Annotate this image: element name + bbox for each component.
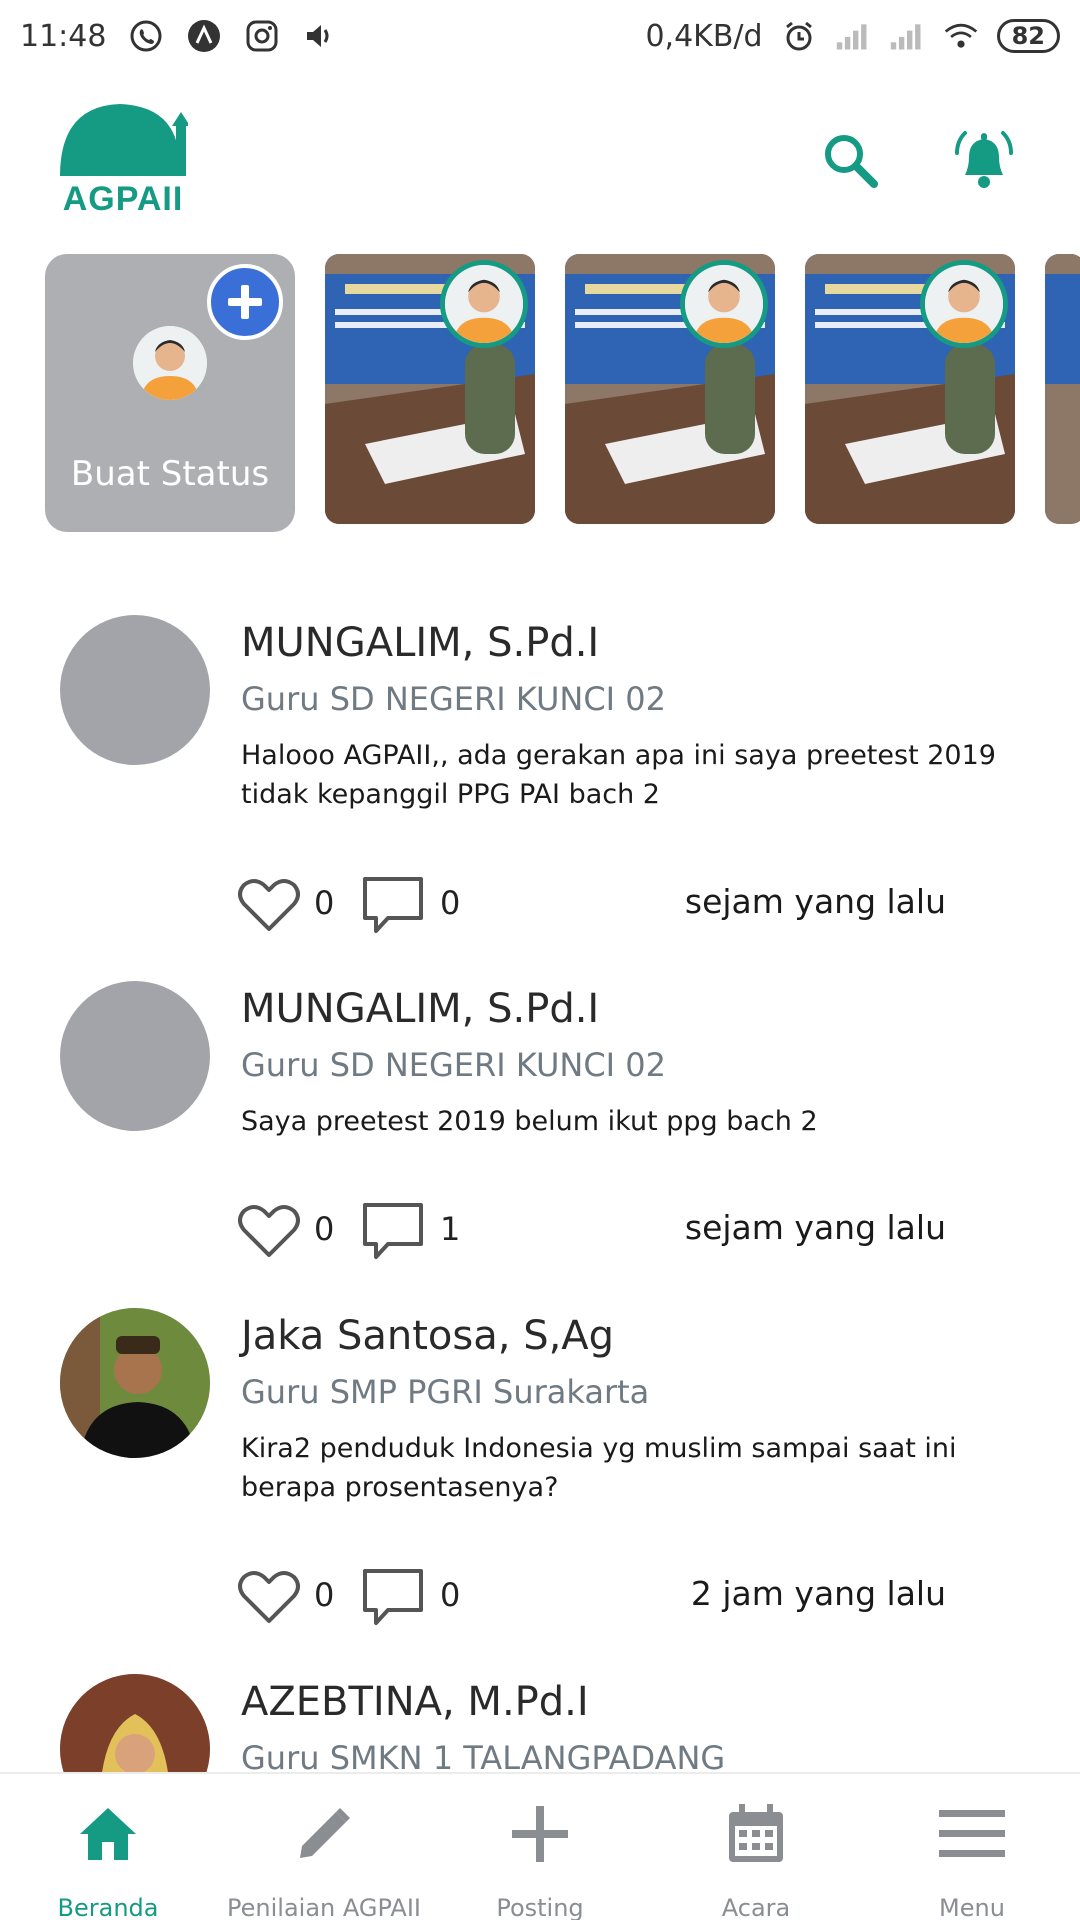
status-bar: 11:48 0,4KB/d 82 [0,0,1080,72]
nav-label: Penilaian AGPAII [227,1894,421,1920]
comment-count: 0 [440,884,461,922]
story-card[interactable] [805,254,1015,524]
post-timestamp: sejam yang lalu [684,1208,946,1247]
plus-icon [228,285,262,319]
post-text: Saya preetest 2019 belum ikut ppg bach 2 [241,1106,818,1137]
heart-icon [238,879,300,931]
post-text: Halooo AGPAII,, ada gerakan apa ini saya… [241,740,996,810]
post-actions: 0 0 sejam yang lalu [238,876,958,936]
instagram-icon [244,18,280,54]
comment-icon [363,1569,423,1625]
story-card[interactable] [1045,254,1080,524]
author-photo [60,1308,210,1458]
search-button[interactable] [810,120,890,200]
comment-icon [363,877,423,933]
home-icon [72,1798,144,1870]
nav-label: Posting [496,1894,584,1920]
post-author-avatar[interactable] [60,615,210,765]
user-avatar [133,326,207,400]
post-author-avatar[interactable] [60,981,210,1131]
stories-row: Buat Status [0,254,1080,534]
heart-icon [238,1205,300,1257]
story-card[interactable] [565,254,775,524]
create-status-label: Buat Status [70,454,270,494]
like-button[interactable] [238,1202,300,1260]
signal-icon [835,18,871,54]
nav-label: Menu [939,1894,1005,1920]
post-author-role: Guru SMKN 1 TALANGPADANG [241,1739,726,1772]
hamburger-menu-icon [936,1798,1008,1870]
wifi-icon [943,18,979,54]
app-header: AGPAII [0,90,1080,220]
bell-icon [955,131,1013,188]
signal-2-icon [889,18,925,54]
story-avatar [680,260,768,348]
whatsapp-icon [128,18,164,54]
post-author-avatar[interactable] [60,1308,210,1458]
alarm-icon [781,18,817,54]
post-author-name[interactable]: MUNGALIM, S.Pd.I [241,986,599,1032]
nav-acara[interactable]: Acara [648,1774,864,1920]
story-photo [1045,254,1080,524]
post-author-role: Guru SD NEGERI KUNCI 02 [241,680,666,718]
post-author-name[interactable]: Jaka Santosa, S,Ag [241,1313,614,1359]
add-status-button[interactable] [207,264,283,340]
mosque-dome-icon [60,104,190,176]
post-timestamp: sejam yang lalu [684,882,946,921]
nav-posting[interactable]: Posting [432,1774,648,1920]
nav-penilaian[interactable]: Penilaian AGPAII [216,1774,432,1920]
bottom-navigation: Beranda Penilaian AGPAII Posting Acara M… [0,1772,1080,1920]
post-author-name[interactable]: AZEBTINA, M.Pd.I [241,1679,589,1725]
post-feed[interactable]: MUNGALIM, S.Pd.I Guru SD NEGERI KUNCI 02… [0,600,1080,1772]
comment-button[interactable] [362,876,424,934]
battery-indicator: 82 [996,19,1060,53]
comment-button[interactable] [362,1202,424,1260]
calendar-icon [720,1798,792,1870]
post-actions: 0 0 2 jam yang lalu [238,1568,958,1628]
agpaii-logo[interactable]: AGPAII [58,98,190,218]
comment-icon [363,1203,423,1259]
pencil-icon [288,1798,360,1870]
like-button[interactable] [238,1568,300,1626]
like-count: 0 [314,1576,335,1614]
nav-label: Beranda [57,1894,159,1920]
create-status-card[interactable]: Buat Status [45,254,295,532]
author-photo [60,1674,210,1772]
search-icon [825,135,878,188]
nav-beranda[interactable]: Beranda [0,1774,216,1920]
like-count: 0 [314,884,335,922]
post-author-role: Guru SMP PGRI Surakarta [241,1373,650,1411]
status-time: 11:48 [20,18,107,54]
notification-button[interactable] [944,120,1024,200]
like-count: 0 [314,1210,335,1248]
comment-button[interactable] [362,1568,424,1626]
nav-menu[interactable]: Menu [864,1774,1080,1920]
like-button[interactable] [238,876,300,934]
post-text: Kira2 penduduk Indonesia yg muslim sampa… [241,1433,957,1503]
app-icon [186,18,222,54]
story-avatar [920,260,1008,348]
network-speed: 0,4KB/d [645,18,763,54]
post-author-name[interactable]: MUNGALIM, S.Pd.I [241,620,599,666]
post-author-role: Guru SD NEGERI KUNCI 02 [241,1046,666,1084]
speaker-icon [302,18,338,54]
post-actions: 0 1 sejam yang lalu [238,1202,958,1262]
story-avatar [440,260,528,348]
comment-count: 1 [440,1210,461,1248]
heart-icon [238,1571,300,1623]
post-author-avatar[interactable] [60,1674,210,1772]
comment-count: 0 [440,1576,461,1614]
story-card[interactable] [325,254,535,524]
plus-icon [504,1798,576,1870]
post-timestamp: 2 jam yang lalu [690,1574,946,1613]
nav-label: Acara [721,1894,791,1920]
logo-text: AGPAII [62,180,184,218]
